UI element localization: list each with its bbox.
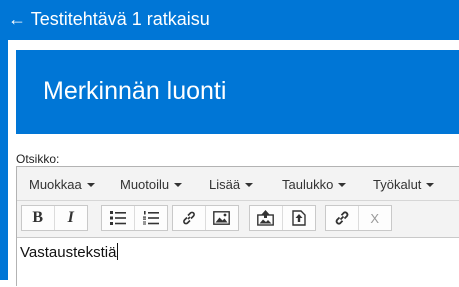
back-link-label: Testitehtävä 1 ratkaisu bbox=[30, 9, 210, 29]
title-field-label: Otsikko: bbox=[16, 152, 60, 166]
caret-down-icon bbox=[338, 183, 347, 187]
text-cursor bbox=[117, 243, 119, 260]
italic-button[interactable]: I bbox=[55, 206, 88, 230]
editor-text: Vastaustekstiä bbox=[20, 244, 117, 261]
misc-button-group: X bbox=[325, 205, 392, 231]
menu-tools-label: Työkalut bbox=[373, 177, 422, 192]
editor-menubar: Muokkaa Muotoilu Lisää Taulukko Työkalut bbox=[17, 167, 459, 200]
left-rail bbox=[0, 40, 8, 280]
upload-file-icon bbox=[292, 210, 306, 226]
caret-down-icon bbox=[426, 183, 435, 187]
menu-insert-label: Lisää bbox=[209, 177, 241, 192]
caret-down-icon bbox=[174, 183, 183, 187]
upload-image-button[interactable] bbox=[250, 206, 283, 230]
image-icon bbox=[213, 211, 231, 225]
menu-format-label: Muotoilu bbox=[120, 177, 170, 192]
link-icon bbox=[182, 211, 195, 225]
menu-insert[interactable]: Lisää bbox=[209, 177, 254, 192]
remove-format-icon: X bbox=[370, 210, 380, 226]
italic-icon: I bbox=[67, 209, 74, 226]
menu-table[interactable]: Taulukko bbox=[282, 177, 347, 192]
caret-down-icon bbox=[86, 183, 95, 187]
list-button-group bbox=[101, 205, 168, 231]
bullet-list-icon bbox=[109, 211, 126, 225]
chain-link-button[interactable] bbox=[326, 206, 359, 230]
back-link[interactable]: ← Testitehtävä 1 ratkaisu bbox=[8, 8, 210, 30]
insert-link-button[interactable] bbox=[173, 206, 206, 230]
chain-link-icon bbox=[335, 211, 349, 225]
page-header: Merkinnän luonti bbox=[16, 50, 459, 134]
menu-edit-label: Muokkaa bbox=[29, 177, 82, 192]
menu-edit[interactable]: Muokkaa bbox=[29, 177, 95, 192]
caret-down-icon bbox=[245, 183, 254, 187]
media-button-group bbox=[172, 205, 239, 231]
upload-button-group bbox=[249, 205, 316, 231]
editor-content-text: Vastaustekstiä bbox=[20, 243, 119, 262]
editor-toolbar: B I X bbox=[17, 200, 459, 237]
upload-image-icon bbox=[257, 210, 275, 226]
bold-icon: B bbox=[32, 209, 44, 226]
upload-file-button[interactable] bbox=[283, 206, 316, 230]
back-arrow-icon: ← bbox=[8, 9, 26, 29]
menu-table-label: Taulukko bbox=[282, 177, 334, 192]
numbered-list-icon bbox=[142, 211, 159, 225]
menu-format[interactable]: Muotoilu bbox=[120, 177, 183, 192]
page-title: Merkinnän luonti bbox=[43, 77, 227, 105]
insert-image-button[interactable] bbox=[206, 206, 239, 230]
format-button-group: B I bbox=[21, 205, 88, 231]
numbered-list-button[interactable] bbox=[135, 206, 168, 230]
rich-text-editor: Muokkaa Muotoilu Lisää Taulukko Työkalut… bbox=[16, 166, 459, 287]
remove-format-button[interactable]: X bbox=[359, 206, 392, 230]
bullet-list-button[interactable] bbox=[102, 206, 135, 230]
top-bar: ← Testitehtävä 1 ratkaisu bbox=[0, 0, 459, 40]
bold-button[interactable]: B bbox=[22, 206, 55, 230]
menu-tools[interactable]: Työkalut bbox=[373, 177, 435, 192]
